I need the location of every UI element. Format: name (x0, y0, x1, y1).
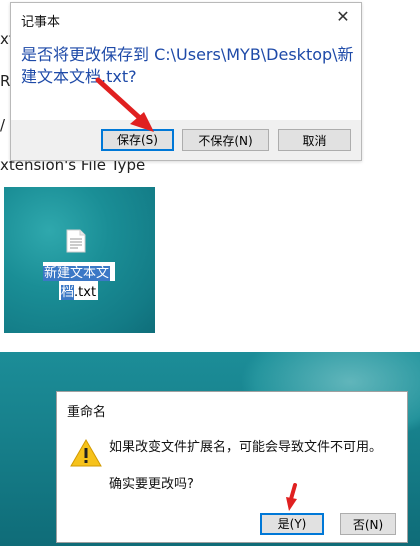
close-icon[interactable]: ✕ (333, 7, 353, 26)
save-dialog: 记事本 ✕ 是否将更改保存到 C:\Users\MYB\Desktop\新建文本… (10, 2, 362, 161)
cancel-button[interactable]: 取消 (278, 129, 351, 151)
background-text-fragment: R (0, 72, 11, 90)
file-name-selected: 档 (61, 285, 75, 300)
dialog-title: 重命名 (67, 405, 107, 420)
save-prompt-message: 是否将更改保存到 C:\Users\MYB\Desktop\新建文本文档.txt… (21, 45, 354, 86)
text-file-icon[interactable] (66, 229, 86, 253)
file-name-line1: 新建文本文 (43, 266, 111, 281)
file-extension: .txt (74, 285, 97, 300)
no-button[interactable]: 否(N) (340, 513, 396, 535)
dialog-footer: 保存(S) 不保存(N) 取消 (11, 120, 361, 160)
rename-dialog: 重命名 如果改变文件扩展名，可能会导致文件不可用。 确实要更改吗? 是(Y) 否… (56, 391, 408, 543)
dont-save-button[interactable]: 不保存(N) (182, 129, 269, 151)
background-text-fragment: / (0, 116, 6, 134)
desktop-area: 新建文本文 档.txt (4, 187, 155, 333)
dialog-title: 记事本 (21, 15, 61, 30)
save-button[interactable]: 保存(S) (101, 129, 174, 151)
warning-icon (70, 438, 102, 467)
warning-message: 如果改变文件扩展名，可能会导致文件不可用。 (109, 440, 383, 455)
file-name-edit-box[interactable]: 新建文本文 档.txt (43, 262, 115, 300)
yes-button[interactable]: 是(Y) (260, 513, 324, 535)
confirm-message: 确实要更改吗? (109, 477, 194, 492)
